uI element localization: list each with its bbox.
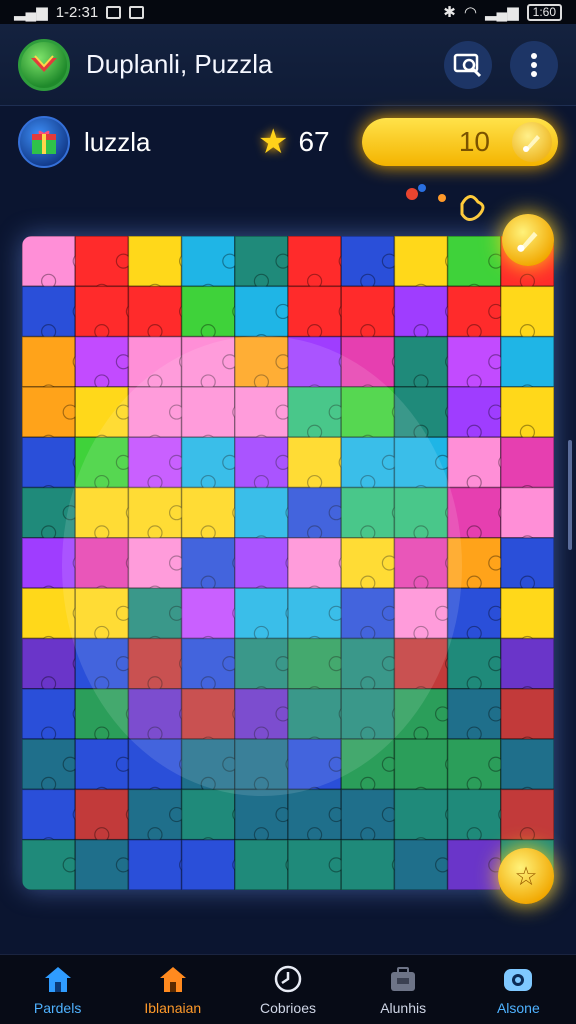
signal-icon: ▂▄▆ [14, 4, 48, 21]
puzzle-piece[interactable] [393, 236, 449, 288]
nav-item-cobrioes[interactable]: Cobrioes [233, 964, 343, 1016]
search-screen-button[interactable] [444, 40, 492, 89]
more-menu-button[interactable] [510, 40, 558, 89]
puzzle-piece[interactable] [500, 738, 554, 791]
nav-label: Pardels [33, 999, 82, 1016]
nav-label: Alsone [496, 999, 540, 1016]
star-outline-icon: ☆ [514, 860, 538, 891]
bottom-nav: Pardels Iblanaian Cobrioes Alunhis Alson… [0, 954, 576, 1024]
more-vertical-icon [531, 52, 537, 77]
notification-icon [106, 5, 122, 19]
status-right: ✱ ◠ ▂▄▆ 1:60 [443, 3, 562, 21]
puzzle-piece[interactable] [393, 788, 449, 841]
bluetooth-icon: ✱ [443, 4, 456, 21]
app-bar: Duplanli, Puzzla [0, 24, 576, 106]
home-icon [44, 966, 71, 992]
wifi-icon: ◠ [463, 4, 477, 21]
puzzle-piece[interactable] [500, 637, 554, 690]
search-screen-icon [453, 53, 482, 77]
cell-signal-icon: ▂▄▆ [484, 4, 519, 21]
puzzle-piece[interactable] [127, 838, 183, 890]
puzzle-piece[interactable] [180, 838, 236, 890]
nav-item-iblanaian[interactable]: Iblanaian [118, 964, 228, 1016]
avatar[interactable] [18, 116, 70, 168]
puzzle-piece[interactable] [234, 838, 289, 890]
puzzle-grid[interactable] [22, 236, 554, 890]
status-time: 1-2:31 [55, 3, 99, 21]
puzzle-piece[interactable] [500, 436, 554, 489]
star-hint-button[interactable]: ☆ [498, 848, 554, 904]
puzzle-piece[interactable] [127, 236, 183, 288]
status-bar: ▂▄▆ 1-2:31 ✱ ◠ ▂▄▆ 1:60 [0, 0, 576, 24]
coin-count: 10 [458, 126, 490, 157]
player-info-row: luzzla ★ 67 10 [0, 108, 576, 176]
puzzle-piece[interactable] [500, 335, 554, 388]
sparkle-decoration [406, 184, 485, 221]
scrollbar[interactable] [568, 440, 572, 550]
nav-label: Cobrioes [259, 999, 316, 1016]
gift-icon [32, 130, 56, 154]
camera-icon [504, 968, 533, 991]
puzzle-piece[interactable] [500, 688, 554, 740]
clock-icon [274, 965, 302, 992]
nav-item-alsone[interactable]: Alsone [463, 964, 573, 1016]
puzzle-piece[interactable] [22, 788, 76, 841]
puzzle-piece[interactable] [340, 838, 396, 890]
home-orange-icon [159, 966, 186, 992]
star-score: ★ 67 [258, 122, 330, 162]
brush-icon [517, 231, 538, 252]
puzzle-piece[interactable] [22, 436, 76, 489]
puzzle-piece[interactable] [393, 738, 449, 791]
nav-label: Iblanaian [144, 999, 202, 1016]
hint-brush-button[interactable] [512, 122, 552, 162]
status-left: ▂▄▆ 1-2:31 [14, 3, 145, 21]
star-count: 67 [298, 126, 330, 157]
puzzle-board[interactable] [22, 236, 554, 890]
player-name: luzzla [84, 126, 151, 157]
brush-icon [523, 135, 540, 152]
nav-item-alunhis[interactable]: Alunhis [348, 964, 458, 1016]
app-notification-icon [129, 5, 145, 19]
nav-label: Alunhis [380, 999, 427, 1016]
board-glow [62, 336, 462, 796]
puzzle-logo-icon [18, 38, 70, 91]
toolbox-icon [391, 966, 416, 991]
puzzle-piece[interactable] [500, 486, 554, 539]
puzzle-piece[interactable] [22, 335, 76, 388]
paint-hint-button[interactable] [502, 214, 554, 266]
puzzle-piece[interactable] [500, 587, 554, 640]
battery-icon: 1:60 [526, 3, 562, 21]
app-title: Duplanli, Puzzla [86, 49, 273, 79]
coin-counter[interactable]: 10 [362, 118, 558, 166]
puzzle-piece[interactable] [180, 788, 236, 841]
nav-item-pardels[interactable]: Pardels [3, 964, 113, 1016]
star-icon: ★ [258, 123, 289, 161]
